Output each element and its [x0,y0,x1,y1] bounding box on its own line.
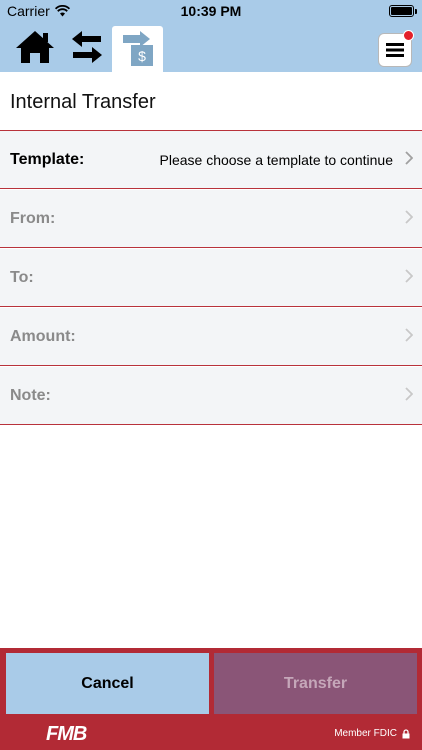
from-label: From: [10,210,56,227]
battery-nub [415,9,417,14]
note-label: Note: [10,387,51,404]
page-title: Internal Transfer [10,91,156,113]
home-button[interactable] [12,22,58,72]
svg-text:$: $ [138,48,146,64]
amount-label: Amount: [10,328,76,345]
transfers-button[interactable] [64,22,110,72]
notification-badge [403,30,414,41]
footer: FMB Member FDIC [0,716,422,750]
fmb-logo: FMB [46,723,87,745]
home-icon [16,31,54,63]
template-label: Template: [10,151,85,168]
member-fdic: Member FDIC [334,728,410,739]
nav-bar: $ [0,22,422,72]
battery-icon [389,5,414,17]
transfer-dollar-icon: $ [122,31,153,66]
chevron-right-icon [405,328,413,342]
chevron-right-icon [405,151,413,165]
to-label: To: [10,269,34,286]
transfer-button[interactable]: Transfer [214,653,417,714]
chevron-right-icon [405,269,413,283]
menu-button[interactable] [378,30,414,67]
to-row[interactable]: To: [0,249,422,307]
clock: 10:39 PM [180,3,242,19]
from-row[interactable]: From: [0,190,422,248]
lock-icon [402,728,410,738]
template-row[interactable]: Template: Please choose a template to co… [0,131,422,189]
status-bar: Carrier 10:39 PM [0,0,422,22]
hamburger-menu-icon [386,43,404,57]
internal-transfer-tab[interactable]: $ [112,26,163,72]
cancel-button[interactable]: Cancel [6,653,209,714]
chevron-right-icon [405,387,413,401]
fdic-label: Member FDIC [334,728,397,739]
amount-row[interactable]: Amount: [0,308,422,366]
template-value: Please choose a template to continue [159,152,394,168]
chevron-right-icon [405,210,413,224]
action-bar: Cancel Transfer [0,648,422,716]
note-row[interactable]: Note: [0,367,422,425]
swap-arrows-icon [72,31,102,63]
